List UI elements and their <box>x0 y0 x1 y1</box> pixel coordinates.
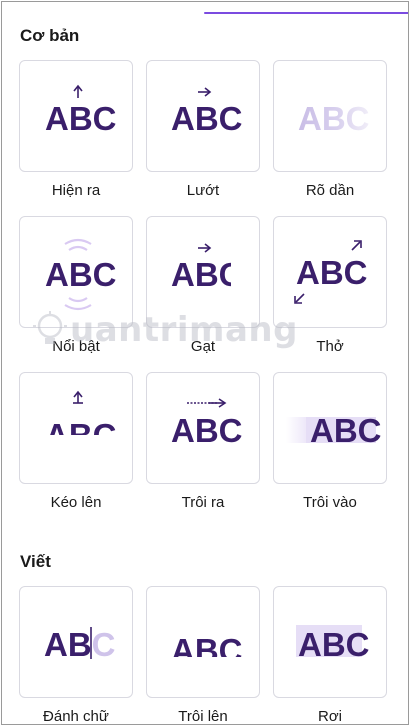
effect-pan-tile[interactable]: ABC <box>146 372 260 484</box>
effect-float-up-preview: ABC <box>171 632 243 669</box>
sample-text: ABC <box>171 632 243 669</box>
watermark-text: uantrimang <box>70 310 298 350</box>
sample-text: ABC <box>298 100 370 137</box>
effect-fade-preview: ABC <box>298 100 370 137</box>
effect-appear-preview: ABC <box>45 84 117 137</box>
sample-text: ABC <box>171 412 243 449</box>
effect-fade-label: Rõ dần <box>305 182 355 199</box>
effect-slide-preview: ABC <box>171 87 243 137</box>
scroll-indicator <box>204 12 408 14</box>
sample-text: ABC <box>45 417 117 454</box>
effect-appear-label: Hiện ra <box>51 182 101 199</box>
effect-fall-label: Rơi <box>317 708 342 725</box>
effect-fall-preview: ABC <box>296 625 370 663</box>
sample-text: ABC <box>296 254 368 291</box>
animation-panel: Cơ bản ABC Hiện ra ABC Lướt ABC Rõ dần A… <box>1 1 409 725</box>
watermark: uantrimang <box>32 308 297 354</box>
section-title-basic: Cơ bản <box>20 26 80 45</box>
effect-rise-label: Kéo lên <box>50 494 102 511</box>
effect-drift-in-preview: ABC <box>286 412 382 449</box>
lightbulb-icon <box>33 311 67 344</box>
sample-text: ABC <box>45 256 117 293</box>
effect-pan-label: Trôi ra <box>181 494 225 511</box>
section-title-writing: Viết <box>20 552 51 571</box>
sample-text: ABC <box>171 256 243 293</box>
effect-appear-tile[interactable]: ABC <box>19 60 133 172</box>
effect-rise-preview: ABC <box>45 390 117 454</box>
sample-text: ABC <box>171 100 243 137</box>
effect-typewriter-tile[interactable]: ABC ABC <box>19 586 133 698</box>
effect-slide-tile[interactable]: ABC <box>146 60 260 172</box>
effect-typewriter-label: Đánh chữ <box>43 708 109 725</box>
effect-drift-in-label: Trôi vào <box>303 494 357 511</box>
effect-typewriter-preview: ABC ABC <box>44 626 116 663</box>
effect-float-up-tile[interactable]: ABC <box>146 586 260 698</box>
sample-text: ABC <box>45 100 117 137</box>
effect-slide-label: Lướt <box>186 182 220 199</box>
effect-drift-in-tile[interactable]: ABC <box>273 372 387 484</box>
effect-pan-preview: ABC <box>171 398 243 449</box>
effect-fade-tile[interactable]: ABC <box>273 60 387 172</box>
sample-text: ABC <box>310 412 382 449</box>
effect-fall-tile[interactable]: ABC <box>273 586 387 698</box>
effect-rise-tile[interactable]: ABC <box>19 372 133 484</box>
effect-float-up-label: Trôi lên <box>178 708 228 725</box>
sample-text: ABC <box>298 626 370 663</box>
